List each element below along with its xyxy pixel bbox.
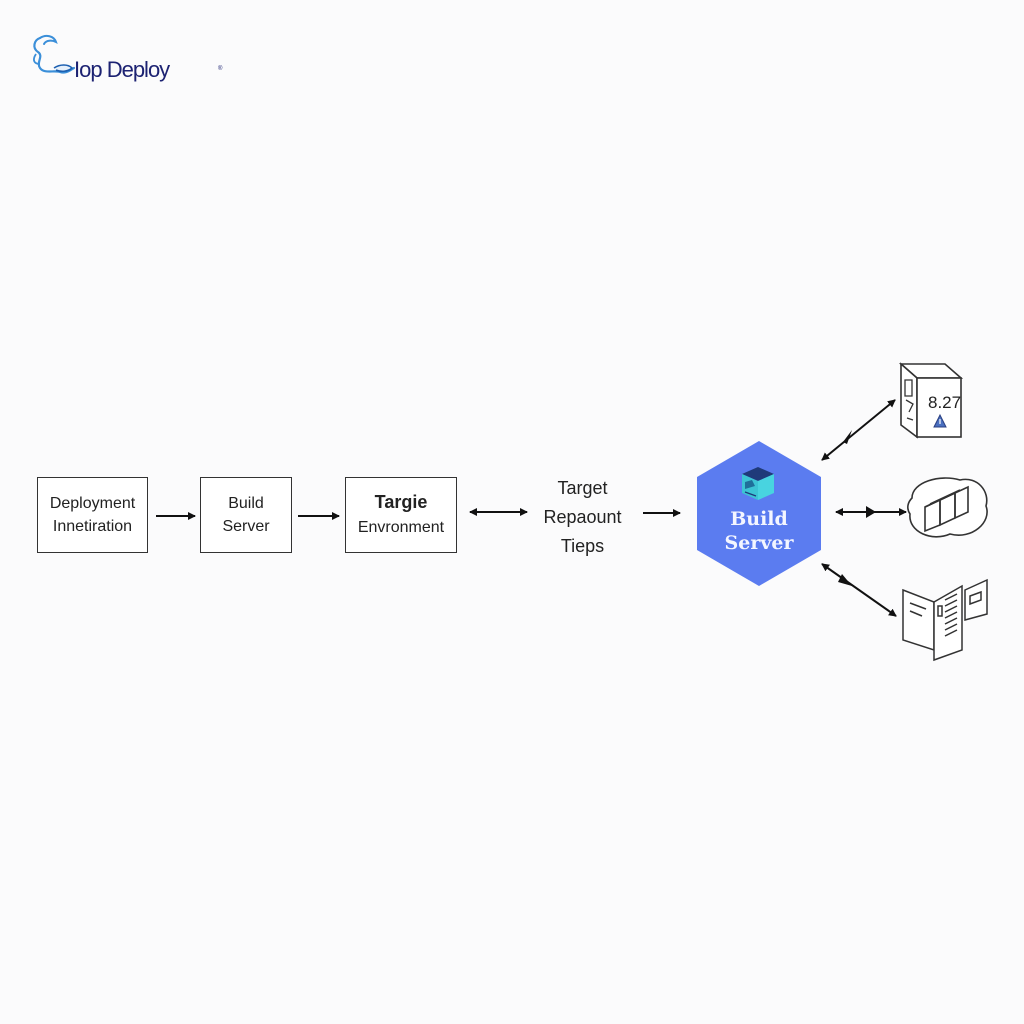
hub-label-line-2: Server — [725, 532, 795, 554]
hub-label-line-1: Build — [730, 508, 788, 530]
double-arrow-hub-to-server-box — [821, 399, 896, 461]
connectors-layer: 8.27 Build Server — [156, 362, 988, 662]
double-arrow-hub-to-documents — [821, 563, 897, 617]
documents-icon[interactable] — [902, 578, 988, 662]
arrow-mid-marker — [866, 506, 876, 518]
server-cube-icon — [742, 467, 774, 500]
server-box-value: 8.27 — [928, 393, 961, 412]
container-cloud-icon[interactable] — [907, 477, 988, 538]
